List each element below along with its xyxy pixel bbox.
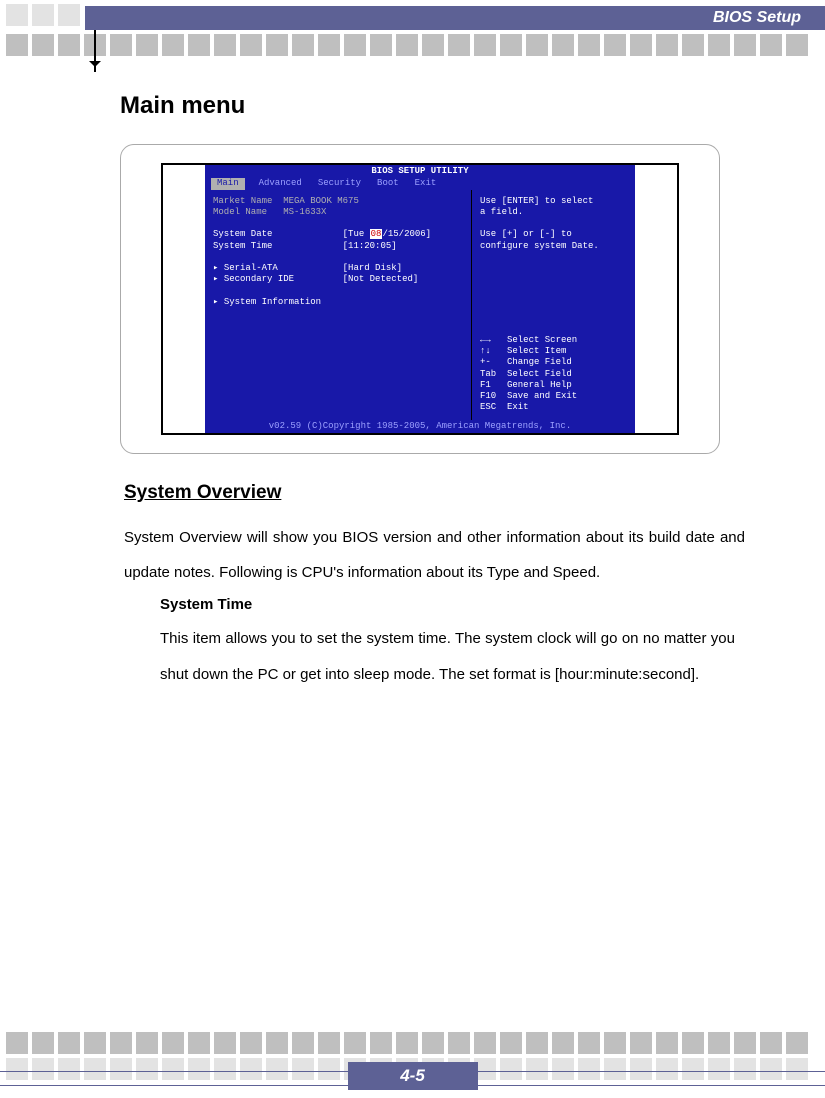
secondary-ide-item[interactable]: Secondary IDE (224, 274, 294, 284)
bios-right-pane: Use [ENTER] to select a field. Use [+] o… (471, 190, 635, 420)
serial-ata-value: [Hard Disk] (343, 263, 402, 273)
header-title: BIOS Setup (713, 6, 801, 30)
system-time-value: [11:20:05] (343, 241, 397, 251)
system-time-paragraph: This item allows you to set the system t… (160, 621, 735, 692)
system-overview-paragraph: System Overview will show you BIOS versi… (124, 520, 745, 591)
bios-body: Market Name MEGA BOOK M675 Model Name MS… (205, 190, 635, 420)
bios-tab-exit[interactable]: Exit (413, 178, 439, 189)
market-value: MEGA BOOK M675 (283, 196, 359, 206)
system-information-item[interactable]: System Information (224, 297, 321, 307)
secondary-ide-value: [Not Detected] (343, 274, 419, 284)
serial-ata-item[interactable]: Serial-ATA (224, 263, 278, 273)
arrow-down-icon (94, 30, 96, 72)
decor-strip-bottom (0, 1032, 825, 1054)
bios-tab-boot[interactable]: Boot (375, 178, 401, 189)
content-area: Main menu BIOS SETUP UTILITY Main Advanc… (120, 92, 745, 696)
bios-window: BIOS SETUP UTILITY Main Advanced Securit… (161, 163, 679, 435)
decor-strip-top (0, 34, 825, 56)
market-label: Market Name (213, 196, 272, 206)
bios-titlebar: BIOS SETUP UTILITY (205, 165, 635, 178)
bios-footer: v02.59 (C)Copyright 1985-2005, American … (205, 420, 635, 433)
system-time-section: System Time This item allows you to set … (160, 596, 735, 692)
system-date-label[interactable]: System Date (213, 229, 272, 239)
page: BIOS Setup Main menu BIOS SETUP UTILITY … (0, 0, 825, 1098)
bios-help-text: Use [ENTER] to select a field. Use [+] o… (480, 196, 627, 252)
system-overview-heading: System Overview (124, 482, 745, 504)
bios-tabs: Main Advanced Security Boot Exit (205, 178, 635, 189)
system-time-label[interactable]: System Time (213, 241, 272, 251)
model-label: Model Name (213, 207, 267, 217)
bios-tab-advanced[interactable]: Advanced (257, 178, 304, 189)
system-date-selected-field[interactable]: 08 (370, 229, 383, 239)
system-time-heading: System Time (160, 596, 735, 613)
bios-screenshot-frame: BIOS SETUP UTILITY Main Advanced Securit… (120, 144, 720, 454)
bios-tab-security[interactable]: Security (316, 178, 363, 189)
bios-screen: BIOS SETUP UTILITY Main Advanced Securit… (205, 165, 635, 433)
bios-tab-main[interactable]: Main (211, 178, 245, 189)
bios-nav-help: ←→ Select Screen ↑↓ Select Item +- Chang… (480, 335, 627, 414)
section-title: Main menu (120, 92, 745, 120)
page-number: 4-5 (348, 1062, 478, 1090)
model-value: MS-1633X (283, 207, 326, 217)
bios-left-pane: Market Name MEGA BOOK M675 Model Name MS… (205, 190, 471, 420)
